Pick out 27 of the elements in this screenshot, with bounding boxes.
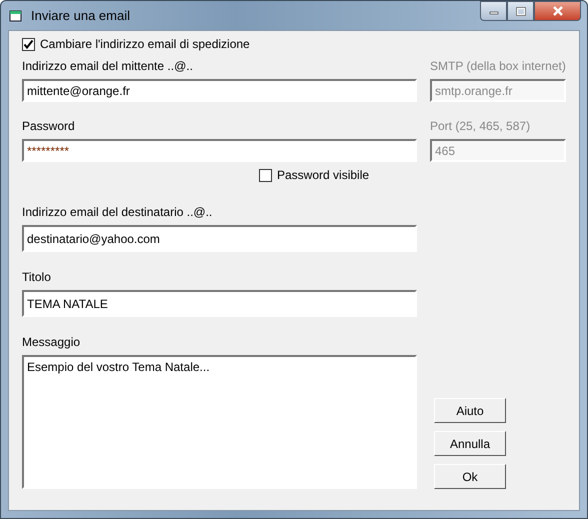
input-field[interactable]: destinatario@yahoo.com [22,225,417,252]
close-button[interactable] [534,1,581,21]
field-label: Password [22,119,76,133]
message-field[interactable]: Esempio del vostro Tema Natale... [22,355,417,489]
field-label: Indirizzo email del mittente ..@.. [22,59,194,73]
dialog-button[interactable]: Aiuto [434,398,506,423]
field-label: SMTP (della box internet) [430,59,566,73]
dialog-button[interactable]: Ok [434,464,506,489]
field-label: Port (25, 465, 587) [430,119,532,133]
dialog-button[interactable]: Annulla [434,431,506,456]
window-title: Inviare una email [31,8,130,23]
checkbox[interactable] [22,38,35,50]
checkbox-label: Cambiare l'indirizzo email di spedizione [40,37,250,51]
input-field[interactable]: mittente@orange.fr [22,79,417,102]
maximize-icon [516,6,526,16]
minimize-button[interactable] [480,1,507,21]
field-label: Titolo [22,270,52,284]
check-icon [23,38,34,50]
input-field[interactable]: TEMA NATALE [22,290,417,317]
maximize-button[interactable] [507,1,534,21]
field-label: Indirizzo email del destinatario ..@.. [22,205,214,219]
close-icon [552,6,564,16]
window-icon [9,8,23,22]
checkbox[interactable] [259,168,272,182]
checkbox-label: Password visibile [277,168,370,182]
field-label: Messaggio [22,335,82,349]
password-field[interactable]: ********* [22,139,417,162]
